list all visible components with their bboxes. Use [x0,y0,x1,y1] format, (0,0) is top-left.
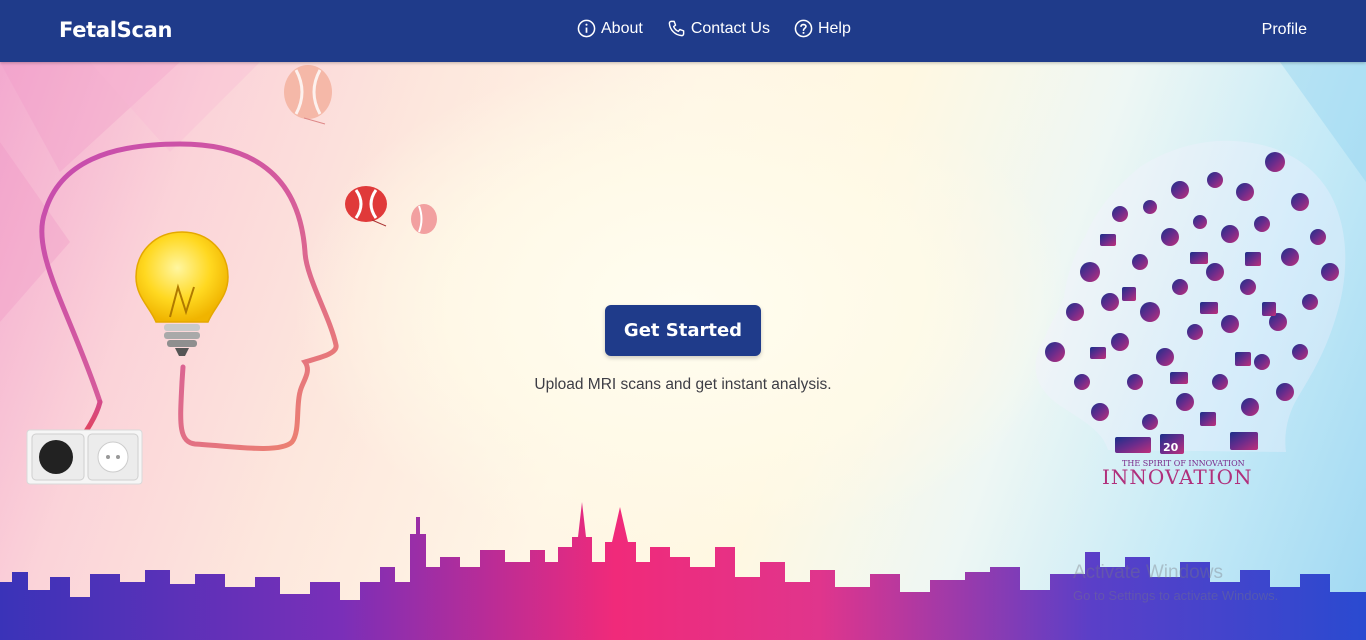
watermark-subtitle: Go to Settings to activate Windows. [1073,588,1279,603]
question-icon [794,19,813,38]
socket-icon [26,429,143,485]
lightbulb-icon [135,231,229,356]
nav-links: About Contact Us Help [577,19,851,38]
hero-tagline: Upload MRI scans and get instant analysi… [534,376,832,393]
profile-link[interactable]: Profile [1262,21,1307,39]
nav-link-label: About [601,19,643,37]
watermark-title: Activate Windows [1073,562,1223,583]
nav-link-label: Help [817,19,851,37]
innovation-text: INNOVATION [1102,465,1253,489]
info-icon [577,19,596,38]
top-navbar: FetalScan About Contact Us Help Profile [0,0,1366,62]
brand-logo[interactable]: FetalScan [59,18,172,42]
activate-windows-watermark: Activate Windows Go to Settings to activ… [1073,562,1278,603]
innovation-head-collage: 20 THE SPIRIT OF INNOVATION INNOVATION [1035,140,1346,489]
balloon-icon [411,204,437,234]
innovation-badge: 20 [1163,441,1179,454]
get-started-button[interactable]: Get Started [605,305,761,356]
nav-link-label: Contact Us [690,19,770,37]
hero-section: 20 THE SPIRIT OF INNOVATION INNOVATION G… [0,62,1366,640]
phone-icon [668,20,685,37]
nav-link-contact[interactable]: Contact Us [667,19,770,38]
balloon-icon [284,65,332,125]
nav-link-about[interactable]: About [577,19,643,38]
nav-link-help[interactable]: Help [794,19,851,38]
balloon-icon [345,186,387,227]
